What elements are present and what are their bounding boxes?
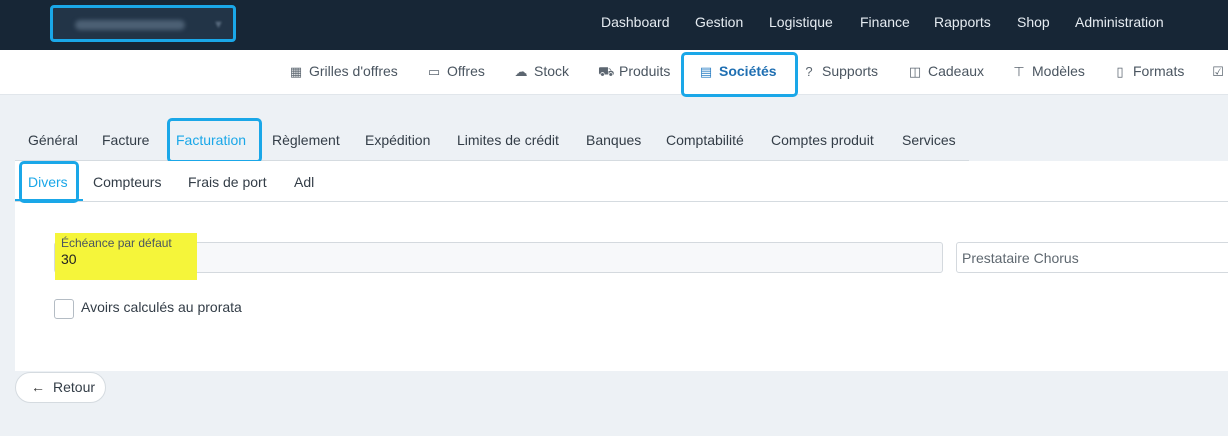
subtab-adl[interactable]: Adl	[294, 163, 314, 201]
avoirs-prorata-label[interactable]: Avoirs calculés au prorata	[81, 299, 242, 315]
topnav-gestion[interactable]: Gestion	[695, 0, 743, 50]
subtab-frais-de-port[interactable]: Frais de port	[188, 163, 267, 201]
tab-facture[interactable]: Facture	[102, 120, 149, 160]
tab-comptes-produit[interactable]: Comptes produit	[771, 120, 874, 160]
subtab-divider	[15, 201, 1228, 202]
subnav-formats[interactable]: ▯ Formats	[1112, 50, 1184, 94]
topnav-shop[interactable]: Shop	[1017, 0, 1050, 50]
tab-limites-credit[interactable]: Limites de crédit	[457, 120, 559, 160]
gift-icon: ◫	[908, 64, 922, 79]
subnav-grilles-offres[interactable]: ▦ Grilles d'offres	[288, 50, 398, 94]
paint-roller-icon: ⊤	[1013, 64, 1025, 79]
topnav-dashboard[interactable]: Dashboard	[601, 0, 670, 50]
echeance-label: Échéance par défaut	[61, 236, 172, 250]
book-icon: ▭	[427, 64, 441, 79]
company-selector[interactable]: ▼	[50, 5, 236, 42]
file-icon: ▯	[1116, 64, 1124, 79]
subtab-compteurs[interactable]: Compteurs	[93, 163, 161, 201]
topnav-administration[interactable]: Administration	[1075, 0, 1164, 50]
cart-icon: ⛟	[598, 64, 615, 79]
subnav-cadeaux[interactable]: ◫ Cadeaux	[907, 50, 984, 94]
help-circle-icon: ?	[805, 64, 813, 79]
echeance-value[interactable]: 30	[61, 251, 77, 267]
back-button[interactable]: ← Retour	[15, 372, 106, 403]
highlight-divers	[19, 161, 79, 203]
subnav-stock[interactable]: ☁ Stock	[513, 50, 570, 94]
subnav-supports[interactable]: ? Supports	[801, 50, 878, 94]
tab-banques[interactable]: Banques	[586, 120, 641, 160]
arrow-left-icon: ←	[31, 379, 45, 395]
top-navbar: ▼ Dashboard Gestion Logistique Finance R…	[0, 0, 1228, 50]
secondary-navbar: ▦ Grilles d'offres ▭ Offres ☁ Stock ⛟ Produi…	[0, 50, 1228, 95]
grid-icon: ▦	[289, 64, 303, 79]
subnav-more[interactable]: ☑	[1210, 50, 1228, 94]
topnav-finance[interactable]: Finance	[860, 0, 910, 50]
highlight-facturation	[167, 118, 262, 163]
cloud-upload-icon: ☁	[514, 64, 528, 79]
prestataire-chorus-placeholder: Prestataire Chorus	[962, 250, 1079, 266]
back-button-label: Retour	[53, 379, 96, 395]
topnav-logistique[interactable]: Logistique	[769, 0, 833, 50]
tab-expedition[interactable]: Expédition	[365, 120, 430, 160]
checkbox-icon: ☑	[1212, 64, 1224, 79]
subnav-offres[interactable]: ▭ Offres	[426, 50, 485, 94]
tab-comptabilite[interactable]: Comptabilité	[666, 120, 744, 160]
tab-reglement[interactable]: Règlement	[272, 120, 340, 160]
subnav-modeles[interactable]: ⊤ Modèles	[1011, 50, 1085, 94]
chevron-down-icon: ▼	[213, 19, 224, 31]
avoirs-prorata-checkbox[interactable]	[54, 299, 74, 319]
tab-general[interactable]: Général	[28, 120, 78, 160]
subnav-produits[interactable]: ⛟ Produits	[598, 50, 670, 94]
highlight-societes	[681, 52, 798, 97]
tab-services[interactable]: Services	[902, 120, 956, 160]
topnav-rapports[interactable]: Rapports	[934, 0, 991, 50]
company-name-redacted	[75, 20, 185, 30]
